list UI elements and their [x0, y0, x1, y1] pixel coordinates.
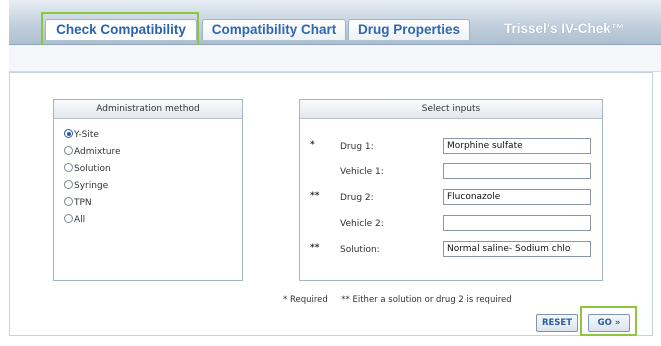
tab-check-compatibility[interactable]: Check Compatibility [45, 19, 197, 40]
radio-unchecked-icon [64, 180, 73, 189]
radio-admixture[interactable]: Admixture [64, 144, 121, 160]
panel-title: Select inputs [300, 100, 602, 119]
radio-solution[interactable]: Solution [64, 161, 111, 177]
administration-method-panel: Administration method Y-Site Admixture S… [53, 99, 243, 281]
main-content: Administration method Y-Site Admixture S… [9, 72, 653, 336]
solution-label: Solution: [340, 245, 380, 255]
go-button[interactable]: GO » [588, 314, 630, 332]
drug-2-input[interactable]: Fluconazole [443, 189, 591, 205]
radio-label: Y-Site [74, 130, 99, 140]
radio-label: All [74, 215, 86, 225]
required-footnote: * Required ** Either a solution or drug … [283, 295, 512, 305]
app-window: Check Compatibility Compatibility Chart … [0, 0, 661, 346]
radio-all[interactable]: All [64, 212, 85, 228]
vehicle-1-label: Vehicle 1: [340, 167, 384, 177]
tab-bar: Check Compatibility Compatibility Chart … [9, 0, 661, 45]
vehicle-2-input[interactable] [443, 215, 591, 231]
radio-unchecked-icon [64, 146, 73, 155]
vehicle-2-label: Vehicle 2: [340, 219, 384, 229]
solution-input[interactable]: Normal saline- Sodium chlo [443, 241, 591, 257]
sub-toolbar [9, 45, 661, 72]
drug-2-label: Drug 2: [340, 193, 374, 203]
drug-1-input[interactable]: Morphine sulfate [443, 138, 591, 154]
panel-title: Administration method [54, 100, 242, 119]
vehicle-1-input[interactable] [443, 163, 591, 179]
radio-syringe[interactable]: Syringe [64, 178, 108, 194]
radio-y-site[interactable]: Y-Site [64, 127, 99, 143]
select-inputs-panel: Select inputs * Drug 1: Morphine sulfate… [299, 99, 603, 281]
drug-1-label: Drug 1: [340, 142, 374, 152]
radio-unchecked-icon [64, 163, 73, 172]
reset-button[interactable]: RESET [536, 314, 578, 332]
tab-drug-properties[interactable]: Drug Properties [348, 19, 470, 40]
required-marker: ** [310, 191, 320, 201]
required-marker: ** [310, 243, 320, 253]
radio-tpn[interactable]: TPN [64, 195, 92, 211]
radio-unchecked-icon [64, 214, 73, 223]
radio-checked-icon [64, 129, 73, 138]
required-marker: * [310, 140, 315, 150]
radio-label: Syringe [74, 181, 109, 191]
tab-compatibility-chart[interactable]: Compatibility Chart [202, 19, 346, 40]
radio-unchecked-icon [64, 197, 73, 206]
radio-label: Admixture [74, 147, 121, 157]
brand-title: Trissel's IV-Chek™ [504, 21, 625, 36]
radio-label: TPN [74, 198, 92, 208]
radio-label: Solution [74, 164, 111, 174]
